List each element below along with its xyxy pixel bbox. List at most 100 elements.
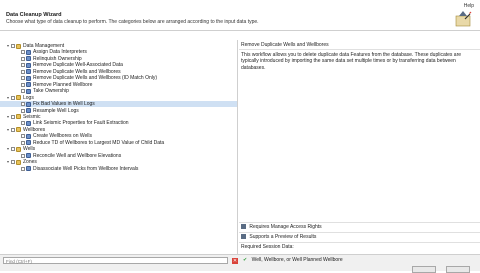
tree-label: Link Seismic Properties for Fault Extrac…	[33, 120, 129, 127]
tree-item[interactable]: Remove Planned Wellbore	[0, 82, 92, 88]
description-title: Remove Duplicate Wells and Wellbores	[241, 42, 329, 48]
tree-checkbox[interactable]	[21, 153, 25, 158]
workflow-icon	[26, 88, 31, 94]
tree-checkbox[interactable]	[21, 89, 25, 94]
tree-checkbox[interactable]	[11, 114, 15, 119]
wizard-logo-icon	[455, 11, 472, 27]
folder-icon	[16, 127, 21, 133]
find-input[interactable]: Find (Ctrl+F)	[3, 257, 228, 264]
expand-toggle-icon[interactable]: ▾	[6, 114, 10, 120]
tree-checkbox[interactable]	[11, 160, 15, 165]
tree-label: Assign Data Interpreters	[33, 49, 87, 56]
tree-label: Seismic	[23, 113, 41, 120]
folder-icon	[16, 95, 21, 101]
tree-category[interactable]: ▾ Seismic	[0, 114, 41, 120]
tree-checkbox[interactable]	[21, 63, 25, 68]
tree-checkbox[interactable]	[21, 102, 25, 107]
supports-preview-label: Supports a Preview of Results	[249, 234, 317, 240]
folder-icon	[16, 114, 21, 120]
expand-toggle-icon[interactable]: ▾	[6, 159, 10, 165]
required-session-data-row: Required Session Data:	[239, 242, 480, 252]
tree-checkbox[interactable]	[11, 127, 15, 132]
tree-item[interactable]: Take Ownership	[0, 88, 69, 94]
tree-item[interactable]: Resample Well Logs	[0, 108, 79, 114]
access-rights-icon	[241, 224, 246, 230]
tree-category[interactable]: ▾ Wells	[0, 146, 35, 152]
tree-label: Create Wellbores on Wells	[33, 133, 93, 140]
description-body: This workflow allows you to delete dupli…	[241, 52, 462, 71]
tree-checkbox[interactable]	[21, 166, 25, 171]
tree-item[interactable]: Reduce TD of Wellbores to Largest MD Val…	[0, 140, 164, 146]
tree-label: Take Ownership	[33, 88, 69, 95]
expand-toggle-icon[interactable]: ▾	[6, 95, 10, 101]
tree-item[interactable]: Remove Duplicate Wells and Wellbores (ID…	[0, 75, 157, 81]
tree-item[interactable]: Create Wellbores on Wells	[0, 133, 92, 139]
wizard-subtitle: Choose what type of data cleanup to perf…	[6, 19, 259, 25]
wizard-header: Data Cleanup Wizard Choose what type of …	[0, 0, 480, 31]
tree-checkbox[interactable]	[21, 140, 25, 145]
workflow-icon	[26, 166, 31, 172]
workflow-icon	[26, 153, 31, 159]
requires-rights-label: Requires Manage Access Rights	[249, 224, 322, 230]
tree-checkbox[interactable]	[21, 134, 25, 139]
workflow-icon	[26, 108, 31, 113]
tree-label: Reduce TD of Wellbores to Largest MD Val…	[33, 139, 165, 146]
tree-item[interactable]: Fix Bad Values in Well Logs	[0, 101, 237, 108]
cleanup-tree-panel: ▾ Data Management Assign Data Interpreters…	[0, 40, 238, 254]
session-data-item-label: Well, Wellbore, or Well Planned Wellbore	[251, 257, 343, 263]
tree-checkbox[interactable]	[21, 56, 25, 61]
tree-label: Reconcile Well and Wellbore Elevations	[33, 152, 122, 159]
tree-label: Fix Bad Values in Well Logs	[33, 101, 95, 108]
expand-toggle-icon[interactable]: ▾	[6, 146, 10, 152]
workflow-icon	[26, 101, 31, 107]
tree-category[interactable]: ▾ Wellbores	[0, 127, 45, 133]
workflow-icon	[26, 49, 31, 55]
clear-find-icon[interactable]: ✕	[232, 258, 238, 264]
workflow-icon	[26, 75, 31, 81]
expand-toggle-icon[interactable]: ▾	[6, 43, 10, 49]
workflow-icon	[26, 56, 31, 62]
supports-preview-row: Supports a Preview of Results	[239, 232, 480, 242]
tree-checkbox[interactable]	[11, 147, 15, 152]
tree-label: Remove Duplicate Wells and Wellbores	[33, 68, 121, 75]
workflow-icon	[26, 133, 31, 139]
session-data-item: ✔ Well, Wellbore, or Well Planned Wellbo…	[241, 257, 343, 264]
tree-label: Wells	[23, 146, 36, 153]
folder-icon	[16, 43, 21, 49]
tree-label: Remove Duplicate Well-Associated Data	[33, 62, 123, 69]
wizard-title: Data Cleanup Wizard	[6, 12, 62, 18]
tree-checkbox[interactable]	[21, 69, 25, 74]
folder-icon	[16, 159, 21, 165]
expand-toggle-icon[interactable]: ▾	[6, 127, 10, 133]
wizard-footer: Find (Ctrl+F) ✕ ✔ Well, Wellbore, or Wel…	[0, 254, 480, 273]
tree-label: Wellbores	[23, 126, 46, 133]
tree-checkbox[interactable]	[21, 121, 25, 126]
tree-item[interactable]: Relinquish Ownership	[0, 56, 82, 62]
tree-item[interactable]: Disassociate Well Picks from Wellbore In…	[0, 166, 138, 172]
tree-checkbox[interactable]	[11, 44, 15, 48]
workflow-icon	[26, 82, 31, 88]
folder-icon	[16, 146, 21, 152]
tree-checkbox[interactable]	[11, 95, 15, 100]
tree-category[interactable]: ▾ Data Management	[0, 43, 64, 49]
tree-item[interactable]: Remove Duplicate Wells and Wellbores	[0, 69, 121, 75]
tree-item[interactable]: Link Seismic Properties for Fault Extrac…	[0, 120, 129, 126]
tree-label: Remove Planned Wellbore	[33, 81, 93, 88]
tree-item[interactable]: Reconcile Well and Wellbore Elevations	[0, 153, 121, 159]
requires-rights-row: Requires Manage Access Rights	[239, 222, 480, 232]
tree-item[interactable]: Remove Duplicate Well-Associated Data	[0, 62, 123, 68]
tree-label: Remove Duplicate Wells and Wellbores (ID…	[33, 75, 158, 82]
tree-item[interactable]: Assign Data Interpreters	[0, 49, 87, 55]
tree-checkbox[interactable]	[21, 50, 25, 55]
tree-label: Data Management	[23, 43, 65, 49]
tree-checkbox[interactable]	[21, 76, 25, 81]
tree-checkbox[interactable]	[21, 82, 25, 87]
tree-checkbox[interactable]	[21, 108, 25, 113]
tree-label: Relinquish Ownership	[33, 55, 82, 62]
tree-category[interactable]: ▾ Logs	[0, 95, 34, 101]
help-link[interactable]: Help	[464, 3, 474, 9]
tree-label: Zones	[23, 159, 37, 166]
workflow-icon	[26, 120, 31, 126]
required-session-data-label: Required Session Data:	[241, 244, 294, 250]
tree-category[interactable]: ▾ Zones	[0, 159, 37, 165]
